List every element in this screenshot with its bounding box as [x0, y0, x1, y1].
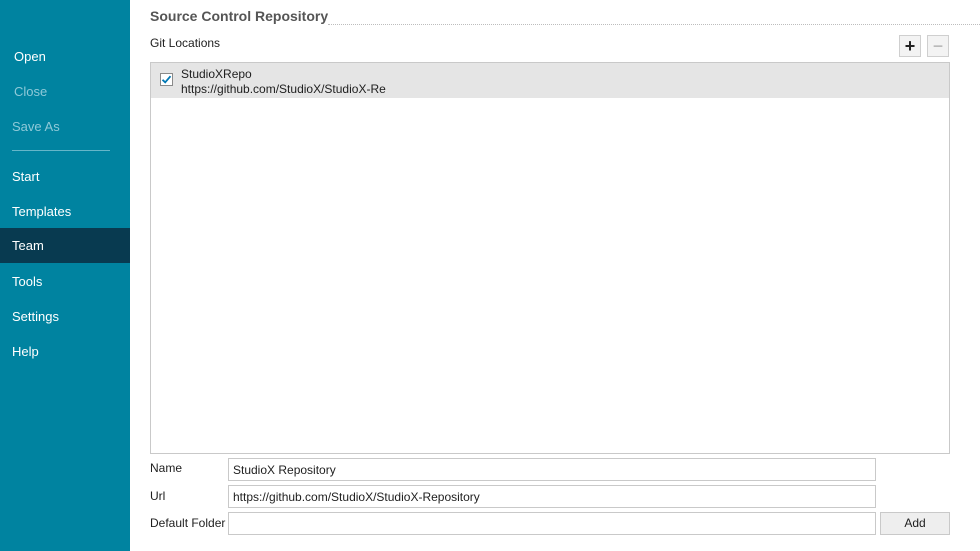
sidebar-item-team[interactable]: Team — [0, 228, 130, 263]
sidebar-item-label: Tools — [12, 274, 43, 289]
repository-name: StudioXRepo — [181, 67, 252, 81]
url-field[interactable] — [228, 485, 876, 508]
sidebar-item-label: Start — [12, 169, 40, 184]
repository-url: https://github.com/StudioX/StudioX-Re — [181, 82, 386, 96]
checkmark-icon — [161, 75, 172, 84]
sidebar-item-label: Team — [12, 238, 44, 253]
sidebar-item-start[interactable]: Start — [0, 159, 130, 194]
sidebar-item-label: Settings — [12, 309, 59, 324]
main-panel: Source Control Repository Git Locations … — [130, 0, 980, 551]
sidebar: Open Close Save As Start Templates Team … — [0, 0, 130, 551]
repository-checkbox[interactable] — [160, 73, 173, 86]
sidebar-item-label: Save As — [12, 119, 60, 134]
url-label: Url — [150, 489, 166, 503]
sidebar-divider — [12, 150, 110, 151]
default-folder-field[interactable] — [228, 512, 876, 535]
name-label: Name — [150, 461, 183, 475]
sidebar-item-open[interactable]: Open — [0, 39, 130, 74]
name-field[interactable] — [228, 458, 876, 481]
git-locations-list[interactable]: StudioXRepo https://github.com/StudioX/S… — [150, 62, 950, 454]
sidebar-item-label: Open — [14, 49, 46, 64]
section-title: Source Control Repository — [150, 8, 329, 24]
minus-icon: − — [932, 36, 944, 56]
add-button[interactable]: Add — [880, 512, 950, 535]
list-item[interactable]: StudioXRepo https://github.com/StudioX/S… — [151, 63, 949, 98]
git-locations-label: Git Locations — [150, 36, 221, 50]
app-window: Open Close Save As Start Templates Team … — [0, 0, 980, 551]
sidebar-item-save-as: Save As — [0, 109, 130, 144]
sidebar-item-close: Close — [0, 74, 130, 109]
sidebar-item-label: Templates — [12, 204, 72, 219]
section-title-rule — [328, 24, 980, 25]
sidebar-item-label: Close — [14, 84, 48, 99]
sidebar-item-tools[interactable]: Tools — [0, 264, 130, 299]
sidebar-item-templates[interactable]: Templates — [0, 194, 130, 229]
sidebar-item-settings[interactable]: Settings — [0, 299, 130, 334]
default-folder-label: Default Folder — [150, 516, 226, 530]
sidebar-item-help[interactable]: Help — [0, 334, 130, 369]
add-location-button[interactable]: + — [899, 35, 921, 57]
plus-icon: + — [904, 36, 916, 56]
sidebar-item-label: Help — [12, 344, 39, 359]
remove-location-button[interactable]: − — [927, 35, 949, 57]
